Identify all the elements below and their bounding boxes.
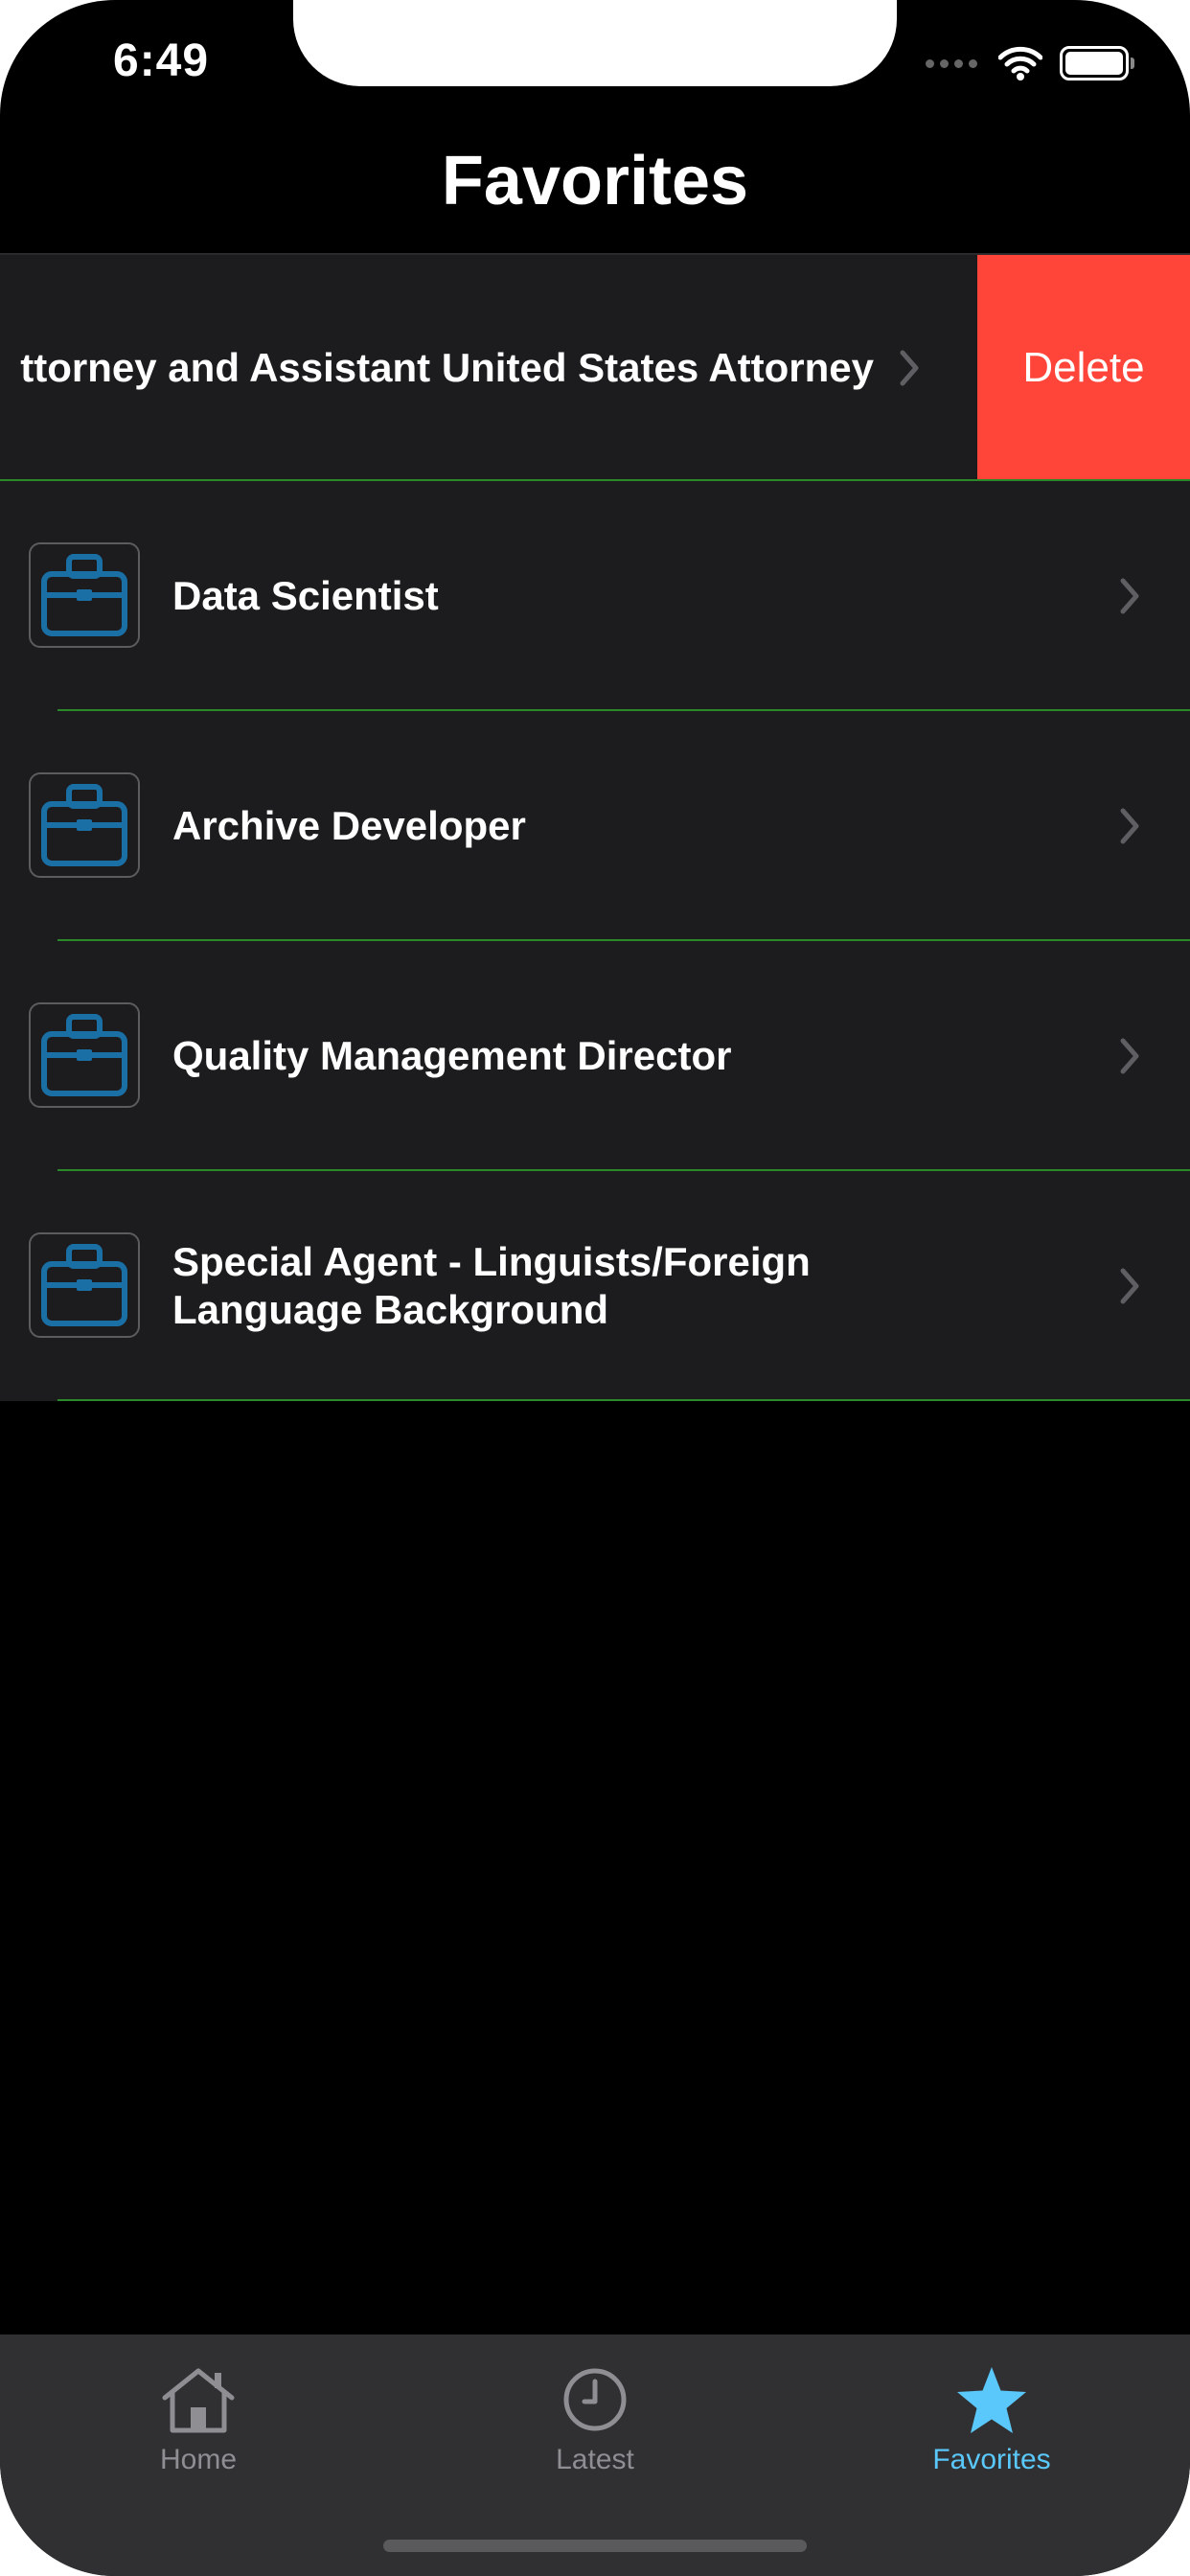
tab-label: Home	[159, 2444, 238, 2475]
notch	[293, 0, 897, 86]
battery-icon	[1060, 46, 1134, 80]
chevron-right-icon	[1120, 1268, 1139, 1304]
list-item[interactable]: Archive Developer	[0, 711, 1190, 941]
phone-screen: 6:49 Favorites ttorney and Assistant Uni…	[0, 0, 1190, 2576]
list-item-title: Archive Developer	[172, 803, 526, 848]
star-icon	[955, 2361, 1028, 2438]
briefcase-icon	[29, 1232, 140, 1338]
list-item[interactable]: Special Agent - Linguists/Foreign Langua…	[0, 1171, 1190, 1401]
tab-label: Favorites	[932, 2444, 1051, 2475]
briefcase-icon	[29, 772, 140, 878]
wifi-icon	[998, 46, 1042, 80]
tab-favorites[interactable]: Favorites	[793, 2334, 1190, 2497]
status-time: 6:49	[113, 35, 210, 86]
list-item-swiped[interactable]: ttorney and Assistant United States Atto…	[0, 255, 1190, 481]
status-icons	[926, 42, 1134, 84]
chevron-right-icon	[900, 350, 919, 386]
delete-button[interactable]: Delete	[977, 255, 1190, 481]
page-title: Favorites	[441, 143, 749, 219]
list-item-title: ttorney and Assistant United States Atto…	[20, 345, 874, 390]
home-indicator[interactable]	[383, 2540, 807, 2552]
clock-icon	[561, 2361, 629, 2438]
list-item[interactable]: Quality Management Director	[0, 941, 1190, 1171]
tab-latest[interactable]: Latest	[397, 2334, 793, 2497]
signal-icon	[926, 58, 977, 68]
tab-home[interactable]: Home	[0, 2334, 397, 2497]
chevron-right-icon	[1120, 808, 1139, 844]
briefcase-icon	[29, 542, 140, 648]
list-item-title: Special Agent - Linguists/Foreign Langua…	[172, 1239, 811, 1332]
tab-label: Latest	[556, 2444, 634, 2475]
list-item-title: Data Scientist	[172, 573, 439, 618]
row-separator	[57, 1399, 1190, 1401]
briefcase-icon	[29, 1002, 140, 1108]
chevron-right-icon	[1120, 578, 1139, 614]
house-icon	[159, 2361, 238, 2438]
list-item[interactable]: Data Scientist	[0, 481, 1190, 711]
chevron-right-icon	[1120, 1038, 1139, 1074]
list-item-title: Quality Management Director	[172, 1033, 732, 1078]
